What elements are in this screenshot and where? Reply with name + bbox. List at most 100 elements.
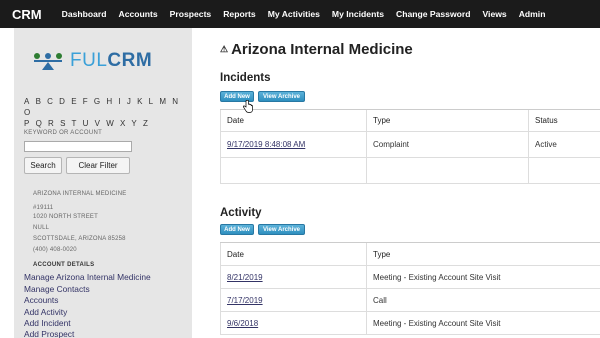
nav-reports[interactable]: Reports xyxy=(223,9,255,19)
col-header-type[interactable]: Type xyxy=(366,243,600,265)
activity-view-archive-button[interactable]: View Archive xyxy=(258,224,305,235)
nav-views[interactable]: Views xyxy=(482,9,506,19)
nav-admin[interactable]: Admin xyxy=(519,9,546,19)
page-title-text: Arizona Internal Medicine xyxy=(231,41,413,58)
alpha-b[interactable]: B xyxy=(36,97,41,106)
alpha-x[interactable]: X xyxy=(120,119,125,128)
alpha-g[interactable]: G xyxy=(94,97,100,106)
alphabet-row-1: A B C D E F G H I J K L M N O xyxy=(24,96,189,118)
nav-accounts[interactable]: Accounts xyxy=(119,9,158,19)
alpha-v[interactable]: V xyxy=(95,119,100,128)
alpha-d[interactable]: D xyxy=(59,97,65,106)
alpha-u[interactable]: U xyxy=(83,119,89,128)
cell-type: Meeting - Existing Account Site Visit xyxy=(366,312,600,334)
cell-type: Call xyxy=(366,289,600,311)
alpha-k[interactable]: K xyxy=(137,97,142,106)
nav-change-password[interactable]: Change Password xyxy=(396,9,471,19)
col-header-type[interactable]: Type xyxy=(366,110,528,131)
alphabet-filter: A B C D E F G H I J K L M N O P Q R S T … xyxy=(24,96,189,129)
alpha-q[interactable]: Q xyxy=(36,119,42,128)
table-row: 9/6/2018 Meeting - Existing Account Site… xyxy=(220,312,600,335)
activity-date-link[interactable]: 7/17/2019 xyxy=(227,296,263,305)
logo-ful: FUL xyxy=(70,50,108,71)
logo-crm: CRM xyxy=(107,50,153,71)
nav-prospects[interactable]: Prospects xyxy=(170,9,212,19)
top-nav-bar: CRM Dashboard Accounts Prospects Reports… xyxy=(0,0,600,28)
col-header-date[interactable]: Date xyxy=(220,243,366,265)
cell-date: 8/21/2019 xyxy=(220,266,366,288)
alpha-n[interactable]: N xyxy=(172,97,178,106)
table-header-row: Date Type Status xyxy=(220,110,600,132)
warning-icon: ⚠ xyxy=(220,44,229,54)
alpha-c[interactable]: C xyxy=(47,97,53,106)
brand-label[interactable]: CRM xyxy=(12,7,42,22)
table-row: 8/21/2019 Meeting - Existing Account Sit… xyxy=(220,266,600,289)
cell-type: Meeting - Existing Account Site Visit xyxy=(366,266,600,288)
alpha-w[interactable]: W xyxy=(106,119,114,128)
alpha-t[interactable]: T xyxy=(71,119,76,128)
incidents-table: Date Type Status 9/17/2019 8:48:08 AM Co… xyxy=(220,109,600,184)
col-header-date[interactable]: Date xyxy=(220,110,366,131)
activity-heading: Activity xyxy=(220,207,262,219)
alpha-r[interactable]: R xyxy=(48,119,54,128)
col-header-status[interactable]: Status xyxy=(528,110,600,131)
cell-date: 9/17/2019 8:48:08 AM xyxy=(220,132,366,157)
logo-icon xyxy=(34,53,62,70)
sidebar: FULCRM A B C D E F G H I J K L M N O P Q… xyxy=(14,28,192,338)
main-content: ⚠ Arizona Internal Medicine Incidents Ad… xyxy=(220,28,600,338)
account-phone: (400) 408-0020 xyxy=(33,247,77,253)
search-button[interactable]: Search xyxy=(24,157,62,174)
keyword-input[interactable] xyxy=(24,141,132,152)
nav-my-activities[interactable]: My Activities xyxy=(268,9,320,19)
cell-empty xyxy=(528,158,600,183)
table-row: 9/17/2019 8:48:08 AM Complaint Active xyxy=(220,132,600,158)
cell-date: 9/6/2018 xyxy=(220,312,366,334)
fulcrm-logo: FULCRM xyxy=(32,46,172,76)
logo-text: FULCRM xyxy=(70,50,152,72)
account-street: 1020 NORTH STREET xyxy=(33,214,98,220)
nav-my-incidents[interactable]: My Incidents xyxy=(332,9,384,19)
alpha-y[interactable]: Y xyxy=(131,119,136,128)
alpha-s[interactable]: S xyxy=(60,119,65,128)
table-header-row: Date Type xyxy=(220,243,600,266)
activity-date-link[interactable]: 8/21/2019 xyxy=(227,273,263,282)
alpha-a[interactable]: A xyxy=(24,97,29,106)
alpha-f[interactable]: F xyxy=(83,97,88,106)
alphabet-row-2: P Q R S T U V W X Y Z xyxy=(24,118,189,129)
incident-date-link[interactable]: 9/17/2019 8:48:08 AM xyxy=(227,140,305,149)
incidents-heading: Incidents xyxy=(220,72,271,84)
link-add-incident[interactable]: Add Incident xyxy=(24,318,71,328)
incidents-view-archive-button[interactable]: View Archive xyxy=(258,91,305,102)
table-row: 7/17/2019 Call xyxy=(220,289,600,312)
alpha-p[interactable]: P xyxy=(24,119,29,128)
link-manage-account[interactable]: Manage Arizona Internal Medicine xyxy=(24,272,151,282)
cell-date: 7/17/2019 xyxy=(220,289,366,311)
account-details-heading: ACCOUNT DETAILS xyxy=(33,262,95,268)
page-title: ⚠ Arizona Internal Medicine xyxy=(220,41,413,58)
alpha-i[interactable]: I xyxy=(118,97,120,106)
account-city-state: SCOTTSDALE, ARIZONA 85258 xyxy=(33,236,126,242)
account-address-line2: NULL xyxy=(33,225,50,231)
link-accounts[interactable]: Accounts xyxy=(24,295,58,305)
cell-status: Active xyxy=(528,132,600,157)
link-manage-contacts[interactable]: Manage Contacts xyxy=(24,284,90,294)
alpha-j[interactable]: J xyxy=(127,97,131,106)
alpha-m[interactable]: M xyxy=(159,97,166,106)
activity-table: Date Type 8/21/2019 Meeting - Existing A… xyxy=(220,242,600,335)
alpha-l[interactable]: L xyxy=(149,97,153,106)
activity-date-link[interactable]: 9/6/2018 xyxy=(227,319,258,328)
link-add-prospect[interactable]: Add Prospect xyxy=(24,329,74,338)
account-number: #19111 xyxy=(33,205,54,211)
clear-filter-button[interactable]: Clear Filter xyxy=(66,157,130,174)
nav-dashboard[interactable]: Dashboard xyxy=(62,9,107,19)
table-row-empty xyxy=(220,158,600,184)
hand-cursor-icon xyxy=(243,100,253,113)
alpha-e[interactable]: E xyxy=(71,97,76,106)
alpha-o[interactable]: O xyxy=(24,108,30,117)
link-add-activity[interactable]: Add Activity xyxy=(24,307,67,317)
alpha-z[interactable]: Z xyxy=(143,119,148,128)
cell-empty xyxy=(366,158,528,183)
activity-add-new-button[interactable]: Add New xyxy=(220,224,254,235)
alpha-h[interactable]: H xyxy=(106,97,112,106)
account-name: ARIZONA INTERNAL MEDICINE xyxy=(33,191,127,197)
